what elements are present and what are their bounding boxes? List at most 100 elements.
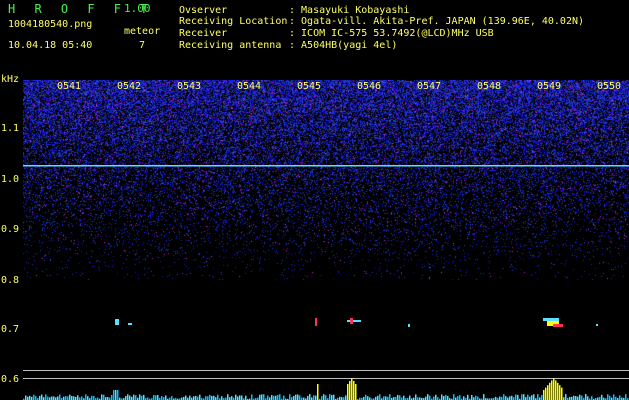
signal-bar xyxy=(29,395,31,400)
signal-bar xyxy=(317,384,319,400)
signal-bar xyxy=(309,394,311,400)
signal-bar xyxy=(289,394,291,400)
signal-bar xyxy=(467,394,469,400)
reference-line-lower xyxy=(23,378,629,379)
y-tick-label: 0.8 xyxy=(1,275,20,286)
signal-bar xyxy=(113,390,115,400)
signal-bar xyxy=(53,396,55,400)
signal-bar xyxy=(459,395,461,400)
signal-bar xyxy=(69,394,71,400)
signal-bar xyxy=(625,394,627,400)
signal-bar xyxy=(433,396,435,400)
meteor-label: meteor xyxy=(124,26,161,37)
meta-key-antenna: Receiving antenna xyxy=(179,40,282,51)
signal-bar xyxy=(189,395,191,400)
signal-bar xyxy=(59,394,61,400)
signal-bar xyxy=(125,396,127,400)
signal-bar xyxy=(87,396,89,400)
signal-bar xyxy=(409,395,411,400)
signal-bar xyxy=(553,378,555,400)
signal-bar xyxy=(555,380,557,400)
signal-bar xyxy=(345,395,347,400)
signal-bar xyxy=(155,395,157,400)
signal-bar xyxy=(241,395,243,400)
signal-bar xyxy=(205,396,207,400)
signal-bar xyxy=(263,394,265,400)
signal-bar xyxy=(209,394,211,400)
signal-bar xyxy=(365,394,367,400)
signal-bar xyxy=(551,380,553,400)
signal-bar xyxy=(157,395,159,400)
signal-bar xyxy=(271,394,273,400)
spectrogram-panel xyxy=(23,80,629,400)
signal-bar xyxy=(45,394,47,400)
signal-bar xyxy=(549,382,551,400)
signal-bar xyxy=(591,396,593,400)
signal-bar xyxy=(127,394,129,400)
y-tick-label: 0.9 xyxy=(1,224,20,235)
signal-bar xyxy=(463,396,465,400)
signal-bar xyxy=(509,396,511,400)
x-tick-label: 0548 xyxy=(477,81,502,92)
meta-key-receiver: Receiver xyxy=(179,28,228,39)
signal-bar xyxy=(199,394,201,400)
signal-bar xyxy=(531,395,533,400)
signal-bar xyxy=(609,395,611,400)
meta-value-location: : Ogata-vill. Akita-Pref. JAPAN (139.96E… xyxy=(289,16,585,27)
signal-bar xyxy=(515,394,517,400)
signal-bar xyxy=(585,394,587,400)
y-axis-unit: kHz xyxy=(1,74,20,85)
signal-bar xyxy=(77,395,79,400)
spectrogram xyxy=(23,80,629,400)
signal-bar xyxy=(93,395,95,400)
signal-bar xyxy=(129,395,131,400)
x-tick-label: 0542 xyxy=(117,81,142,92)
file-name: 1004180540.png xyxy=(8,19,93,30)
signal-bar xyxy=(503,394,505,400)
signal-bar xyxy=(601,394,603,400)
signal-bar xyxy=(561,387,563,400)
meteor-echo xyxy=(596,324,598,326)
signal-bar xyxy=(541,395,543,400)
signal-bar xyxy=(111,394,113,400)
meteor-echo xyxy=(128,323,132,325)
signal-bar xyxy=(195,395,197,400)
signal-bar xyxy=(377,395,379,400)
signal-bar xyxy=(505,396,507,400)
signal-bar xyxy=(307,395,309,400)
meteor-echo xyxy=(347,320,361,322)
signal-bar xyxy=(221,396,223,400)
signal-bar xyxy=(81,396,83,400)
signal-bar xyxy=(607,394,609,400)
meteor-echo xyxy=(350,318,353,324)
signal-bar xyxy=(353,381,355,400)
meteor-echo xyxy=(315,318,317,326)
signal-bar xyxy=(429,395,431,400)
x-tick-label: 0546 xyxy=(357,81,382,92)
signal-bar xyxy=(573,395,575,400)
signal-bar xyxy=(331,395,333,400)
meteor-echo xyxy=(115,319,119,325)
signal-bar xyxy=(73,396,75,400)
meteor-count: 7 xyxy=(139,40,146,51)
signal-bar xyxy=(51,396,53,400)
signal-bar xyxy=(397,394,399,400)
signal-bar xyxy=(277,394,279,400)
signal-bar xyxy=(441,394,443,400)
signal-bar xyxy=(415,394,417,400)
signal-bar xyxy=(545,387,547,400)
signal-bar xyxy=(389,394,391,400)
signal-bar xyxy=(207,396,209,400)
signal-bar xyxy=(511,395,513,400)
signal-bar xyxy=(259,394,261,400)
signal-bar xyxy=(351,378,353,400)
signal-bar xyxy=(383,396,385,400)
signal-bar xyxy=(575,396,577,400)
signal-bar xyxy=(315,395,317,400)
signal-bar xyxy=(239,395,241,400)
signal-bar xyxy=(165,395,167,400)
signal-bar xyxy=(321,396,323,400)
signal-bar xyxy=(453,394,455,400)
signal-bar xyxy=(41,394,43,400)
signal-bar xyxy=(279,394,281,400)
